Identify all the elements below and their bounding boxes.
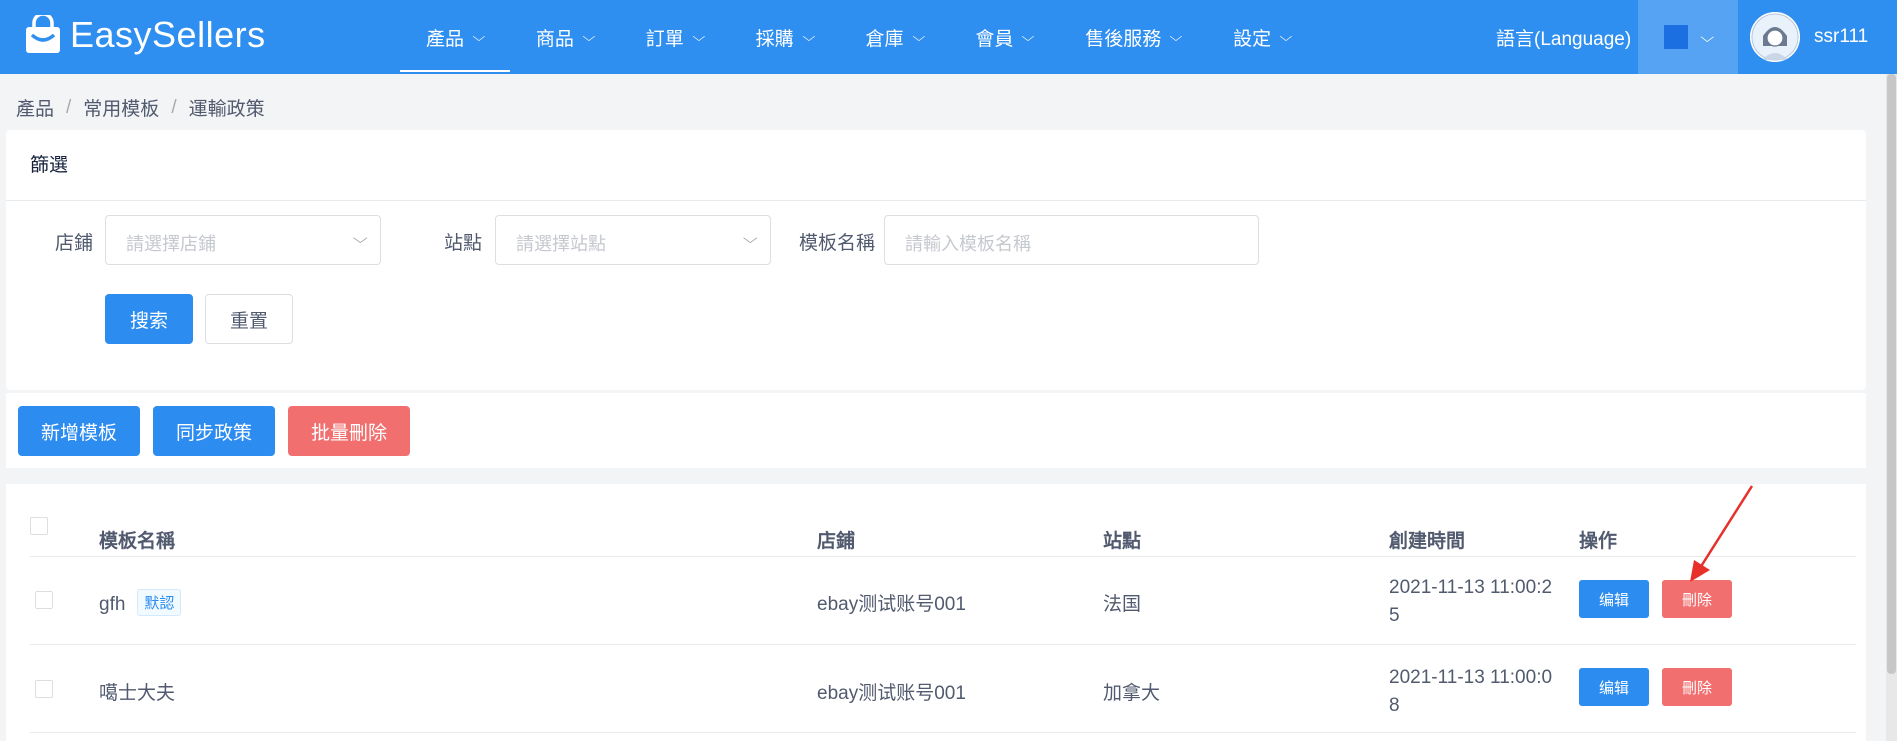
add-template-button[interactable]: 新增模板 bbox=[18, 406, 140, 456]
breadcrumb: 產品 / 常用模板 / 運輸政策 bbox=[16, 94, 265, 121]
delete-button[interactable]: 刪除 bbox=[1662, 668, 1732, 706]
divider bbox=[30, 644, 1856, 645]
breadcrumb-separator: / bbox=[171, 96, 177, 118]
nav-label: 訂單 bbox=[645, 28, 684, 50]
username: ssr111 bbox=[1814, 26, 1869, 47]
store-select[interactable]: 請選擇店鋪 ⌵ bbox=[105, 215, 381, 265]
site-cell: 加拿大 bbox=[1103, 683, 1161, 704]
theme-color-dropdown[interactable]: ⌵ bbox=[1638, 0, 1738, 74]
main-nav: 產品 ⌵ 商品 ⌵ 訂單 ⌵ 採購 ⌵ 倉庫 ⌵ 會員 ⌵ 售後服務 ⌵ 設定 ⌵ bbox=[400, 0, 1317, 74]
chevron-down-icon: ⌵ bbox=[743, 230, 759, 246]
filter-title: 篩選 bbox=[6, 130, 1866, 201]
store-cell: ebay测试账号001 bbox=[817, 594, 966, 615]
nav-label: 產品 bbox=[426, 28, 465, 50]
nav-label: 會員 bbox=[975, 28, 1014, 50]
top-navbar: EasySellers 產品 ⌵ 商品 ⌵ 訂單 ⌵ 採購 ⌵ 倉庫 ⌵ 會員 ⌵ 售後服務… bbox=[0, 0, 1897, 74]
site-placeholder: 請選擇站點 bbox=[516, 234, 606, 254]
site-cell: 法国 bbox=[1103, 594, 1142, 615]
site-select[interactable]: 請選擇站點 ⌵ bbox=[495, 215, 771, 265]
chevron-down-icon: ⌵ bbox=[1021, 29, 1035, 44]
language-switcher[interactable]: 語言(Language) bbox=[1496, 0, 1631, 74]
page-scrollbar[interactable] bbox=[1886, 74, 1897, 741]
chevron-down-icon: ⌵ bbox=[1169, 29, 1183, 44]
chevron-down-icon: ⌵ bbox=[582, 29, 596, 44]
filter-panel: 篩選 店鋪 請選擇店鋪 ⌵ 站點 請選擇站點 ⌵ 模板名稱 請輸入模板名稱 搜索… bbox=[6, 130, 1866, 390]
template-name-cell: 噶士大夫 bbox=[99, 683, 176, 704]
template-name-placeholder: 請輸入模板名稱 bbox=[905, 234, 1031, 254]
app-logo[interactable]: EasySellers bbox=[24, 14, 266, 56]
batch-delete-button[interactable]: 批量刪除 bbox=[288, 406, 410, 456]
store-cell: ebay测试账号001 bbox=[817, 683, 966, 704]
nav-item-warehouse[interactable]: 倉庫 ⌵ bbox=[840, 0, 950, 74]
reset-button[interactable]: 重置 bbox=[205, 294, 293, 344]
nav-item-settings[interactable]: 設定 ⌵ bbox=[1207, 0, 1317, 74]
nav-label: 設定 bbox=[1233, 28, 1272, 50]
nav-label: 採購 bbox=[755, 28, 794, 50]
column-header-created: 創建時間 bbox=[1389, 531, 1466, 552]
chevron-down-icon: ⌵ bbox=[802, 29, 815, 44]
chevron-down-icon: ⌵ bbox=[912, 29, 925, 44]
sync-policy-button[interactable]: 同步政策 bbox=[153, 406, 275, 456]
default-tag: 默認 bbox=[137, 589, 182, 616]
color-swatch bbox=[1663, 25, 1688, 49]
divider bbox=[30, 556, 1856, 557]
select-all-checkbox[interactable] bbox=[30, 517, 48, 535]
edit-button[interactable]: 编辑 bbox=[1579, 580, 1649, 618]
column-header-name: 模板名稱 bbox=[99, 531, 176, 552]
avatar bbox=[1750, 12, 1800, 62]
breadcrumb-item-templates[interactable]: 常用模板 bbox=[83, 94, 159, 121]
template-name-label: 模板名稱 bbox=[799, 233, 876, 254]
row-checkbox[interactable] bbox=[35, 680, 53, 698]
nav-item-orders[interactable]: 訂單 ⌵ bbox=[620, 0, 730, 74]
column-header-store: 店鋪 bbox=[817, 531, 856, 552]
column-header-actions: 操作 bbox=[1579, 531, 1618, 552]
site-label: 站點 bbox=[444, 233, 483, 254]
nav-label: 售後服務 bbox=[1085, 28, 1162, 50]
store-label: 店鋪 bbox=[55, 233, 94, 254]
nav-label: 倉庫 bbox=[865, 28, 904, 50]
templates-table: 模板名稱 店鋪 站點 創建時間 操作 gfh 默認 ebay测试账号001 法国 … bbox=[6, 484, 1866, 741]
chevron-down-icon: ⌵ bbox=[1279, 29, 1293, 44]
bag-logo-icon bbox=[26, 15, 60, 53]
nav-item-members[interactable]: 會員 ⌵ bbox=[949, 0, 1059, 74]
nav-item-goods[interactable]: 商品 ⌵ bbox=[510, 0, 620, 74]
created-time-cell: 2021-11-13 11:00:25 bbox=[1389, 577, 1553, 626]
logo-text: EasySellers bbox=[70, 14, 266, 55]
row-checkbox[interactable] bbox=[35, 591, 53, 609]
divider bbox=[30, 732, 1856, 733]
nav-item-products[interactable]: 產品 ⌵ bbox=[400, 0, 510, 74]
chevron-down-icon: ⌵ bbox=[1700, 28, 1714, 45]
template-name-cell: gfh 默認 bbox=[99, 589, 182, 616]
breadcrumb-item-products[interactable]: 產品 bbox=[16, 94, 54, 121]
breadcrumb-item-shipping-policy: 運輸政策 bbox=[188, 99, 265, 120]
user-menu[interactable]: ssr111 bbox=[1750, 12, 1868, 62]
action-bar: 新增模板 同步政策 批量刪除 bbox=[6, 393, 1866, 468]
column-header-site: 站點 bbox=[1103, 531, 1142, 552]
created-time-cell: 2021-11-13 11:00:08 bbox=[1389, 667, 1553, 716]
template-name-input[interactable]: 請輸入模板名稱 bbox=[884, 215, 1259, 265]
chevron-down-icon: ⌵ bbox=[692, 29, 706, 44]
chevron-down-icon: ⌵ bbox=[472, 29, 486, 44]
nav-item-purchasing[interactable]: 採購 ⌵ bbox=[730, 0, 840, 74]
search-button[interactable]: 搜索 bbox=[105, 294, 193, 344]
scrollbar-thumb[interactable] bbox=[1887, 74, 1896, 674]
nav-item-after-sales[interactable]: 售後服務 ⌵ bbox=[1059, 0, 1207, 74]
chevron-down-icon: ⌵ bbox=[353, 230, 369, 246]
delete-button[interactable]: 刪除 bbox=[1662, 580, 1732, 618]
nav-label: 商品 bbox=[535, 28, 574, 50]
template-name: gfh bbox=[99, 594, 126, 615]
breadcrumb-separator: / bbox=[66, 96, 72, 118]
edit-button[interactable]: 编辑 bbox=[1579, 668, 1649, 706]
annotation-arrow-icon bbox=[1690, 485, 1754, 582]
store-placeholder: 請選擇店鋪 bbox=[126, 234, 216, 254]
